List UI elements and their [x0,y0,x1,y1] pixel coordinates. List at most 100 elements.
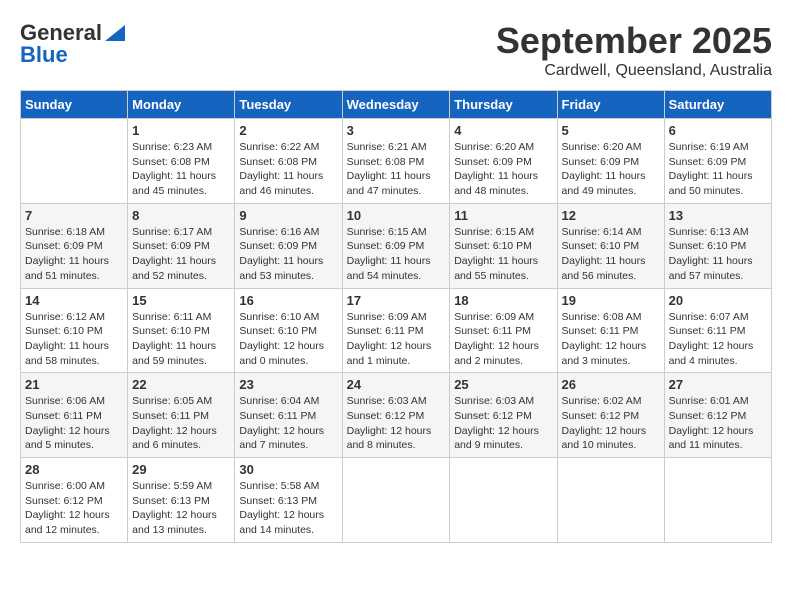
day-number: 21 [25,377,123,392]
calendar-cell: 14 Sunrise: 6:12 AM Sunset: 6:10 PM Dayli… [21,288,128,373]
day-info: Sunrise: 6:09 AM Sunset: 6:11 PM Dayligh… [347,310,446,369]
calendar-week-3: 14 Sunrise: 6:12 AM Sunset: 6:10 PM Dayli… [21,288,772,373]
day-number: 6 [669,123,767,138]
calendar-cell [664,458,771,543]
day-info: Sunrise: 6:02 AM Sunset: 6:12 PM Dayligh… [562,394,660,453]
calendar-cell: 4 Sunrise: 6:20 AM Sunset: 6:09 PM Daylig… [450,119,557,204]
day-number: 15 [132,293,230,308]
calendar-cell: 17 Sunrise: 6:09 AM Sunset: 6:11 PM Dayli… [342,288,450,373]
day-number: 2 [239,123,337,138]
column-header-saturday: Saturday [664,91,771,119]
calendar-body: 1Sunrise: 6:23 AM Sunset: 6:08 PM Daylig… [21,119,772,543]
calendar-cell: 23 Sunrise: 6:04 AM Sunset: 6:11 PM Dayli… [235,373,342,458]
calendar-table: SundayMondayTuesdayWednesdayThursdayFrid… [20,90,772,543]
day-number: 10 [347,208,446,223]
day-info: Sunrise: 6:01 AM Sunset: 6:12 PM Dayligh… [669,394,767,453]
day-number: 26 [562,377,660,392]
day-number: 28 [25,462,123,477]
day-number: 8 [132,208,230,223]
day-info: Sunrise: 6:19 AM Sunset: 6:09 PM Dayligh… [669,140,767,199]
day-info: Sunrise: 6:03 AM Sunset: 6:12 PM Dayligh… [454,394,552,453]
calendar-cell: 7 Sunrise: 6:18 AM Sunset: 6:09 PM Daylig… [21,203,128,288]
calendar-cell: 26 Sunrise: 6:02 AM Sunset: 6:12 PM Dayli… [557,373,664,458]
calendar-cell: 28 Sunrise: 6:00 AM Sunset: 6:12 PM Dayli… [21,458,128,543]
day-number: 17 [347,293,446,308]
day-info: Sunrise: 6:06 AM Sunset: 6:11 PM Dayligh… [25,394,123,453]
calendar-cell: 11 Sunrise: 6:15 AM Sunset: 6:10 PM Dayli… [450,203,557,288]
calendar-cell: 27 Sunrise: 6:01 AM Sunset: 6:12 PM Dayli… [664,373,771,458]
day-info: Sunrise: 6:16 AM Sunset: 6:09 PM Dayligh… [239,225,337,284]
calendar-cell: 19Sunrise: 6:08 AM Sunset: 6:11 PM Dayli… [557,288,664,373]
calendar-cell: 2Sunrise: 6:22 AM Sunset: 6:08 PM Daylig… [235,119,342,204]
day-info: Sunrise: 6:13 AM Sunset: 6:10 PM Dayligh… [669,225,767,284]
calendar-cell: 5 Sunrise: 6:20 AM Sunset: 6:09 PM Daylig… [557,119,664,204]
calendar-cell [342,458,450,543]
calendar-header: SundayMondayTuesdayWednesdayThursdayFrid… [21,91,772,119]
day-info: Sunrise: 6:21 AM Sunset: 6:08 PM Dayligh… [347,140,446,199]
calendar-cell: 30 Sunrise: 5:58 AM Sunset: 6:13 PM Dayli… [235,458,342,543]
calendar-cell: 22 Sunrise: 6:05 AM Sunset: 6:11 PM Dayli… [128,373,235,458]
day-number: 16 [239,293,337,308]
calendar-cell: 15 Sunrise: 6:11 AM Sunset: 6:10 PM Dayli… [128,288,235,373]
day-info: Sunrise: 6:07 AM Sunset: 6:11 PM Dayligh… [669,310,767,369]
calendar-cell: 9 Sunrise: 6:16 AM Sunset: 6:09 PM Daylig… [235,203,342,288]
day-number: 24 [347,377,446,392]
day-number: 20 [669,293,767,308]
day-info: Sunrise: 6:14 AM Sunset: 6:10 PM Dayligh… [562,225,660,284]
day-number: 14 [25,293,123,308]
day-number: 11 [454,208,552,223]
day-info: Sunrise: 6:11 AM Sunset: 6:10 PM Dayligh… [132,310,230,369]
day-info: Sunrise: 6:15 AM Sunset: 6:10 PM Dayligh… [454,225,552,284]
day-info: Sunrise: 6:23 AM Sunset: 6:08 PM Dayligh… [132,140,230,199]
day-info: Sunrise: 6:09 AM Sunset: 6:11 PM Dayligh… [454,310,552,369]
calendar-cell [450,458,557,543]
month-title: September 2025 [496,20,772,62]
day-number: 12 [562,208,660,223]
calendar-cell: 21 Sunrise: 6:06 AM Sunset: 6:11 PM Dayli… [21,373,128,458]
day-number: 7 [25,208,123,223]
calendar-cell: 24Sunrise: 6:03 AM Sunset: 6:12 PM Dayli… [342,373,450,458]
day-info: Sunrise: 6:00 AM Sunset: 6:12 PM Dayligh… [25,479,123,538]
day-info: Sunrise: 6:05 AM Sunset: 6:11 PM Dayligh… [132,394,230,453]
calendar-cell: 25 Sunrise: 6:03 AM Sunset: 6:12 PM Dayli… [450,373,557,458]
column-header-thursday: Thursday [450,91,557,119]
day-info: Sunrise: 5:58 AM Sunset: 6:13 PM Dayligh… [239,479,337,538]
logo: General Blue [20,20,125,68]
day-number: 27 [669,377,767,392]
day-number: 9 [239,208,337,223]
calendar-cell: 20 Sunrise: 6:07 AM Sunset: 6:11 PM Dayli… [664,288,771,373]
calendar-cell: 29Sunrise: 5:59 AM Sunset: 6:13 PM Dayli… [128,458,235,543]
day-info: Sunrise: 6:20 AM Sunset: 6:09 PM Dayligh… [454,140,552,199]
day-info: Sunrise: 6:04 AM Sunset: 6:11 PM Dayligh… [239,394,337,453]
day-number: 30 [239,462,337,477]
day-number: 23 [239,377,337,392]
calendar-cell: 13 Sunrise: 6:13 AM Sunset: 6:10 PM Dayli… [664,203,771,288]
calendar-cell: 10 Sunrise: 6:15 AM Sunset: 6:09 PM Dayli… [342,203,450,288]
day-number: 13 [669,208,767,223]
day-info: Sunrise: 6:15 AM Sunset: 6:09 PM Dayligh… [347,225,446,284]
day-info: Sunrise: 6:20 AM Sunset: 6:09 PM Dayligh… [562,140,660,199]
calendar-cell [21,119,128,204]
logo-icon [105,25,125,41]
column-header-tuesday: Tuesday [235,91,342,119]
calendar-cell: 8Sunrise: 6:17 AM Sunset: 6:09 PM Daylig… [128,203,235,288]
calendar-cell: 18 Sunrise: 6:09 AM Sunset: 6:11 PM Dayli… [450,288,557,373]
calendar-week-1: 1Sunrise: 6:23 AM Sunset: 6:08 PM Daylig… [21,119,772,204]
calendar-cell: 6 Sunrise: 6:19 AM Sunset: 6:09 PM Daylig… [664,119,771,204]
day-number: 4 [454,123,552,138]
day-number: 18 [454,293,552,308]
day-number: 3 [347,123,446,138]
title-area: September 2025 Cardwell, Queensland, Aus… [496,20,772,80]
day-number: 25 [454,377,552,392]
day-info: Sunrise: 6:18 AM Sunset: 6:09 PM Dayligh… [25,225,123,284]
day-number: 22 [132,377,230,392]
calendar-week-2: 7 Sunrise: 6:18 AM Sunset: 6:09 PM Daylig… [21,203,772,288]
day-number: 5 [562,123,660,138]
calendar-cell: 3 Sunrise: 6:21 AM Sunset: 6:08 PM Daylig… [342,119,450,204]
day-info: Sunrise: 6:12 AM Sunset: 6:10 PM Dayligh… [25,310,123,369]
calendar-cell: 1Sunrise: 6:23 AM Sunset: 6:08 PM Daylig… [128,119,235,204]
calendar-week-5: 28 Sunrise: 6:00 AM Sunset: 6:12 PM Dayli… [21,458,772,543]
day-number: 19 [562,293,660,308]
column-header-wednesday: Wednesday [342,91,450,119]
day-info: Sunrise: 6:10 AM Sunset: 6:10 PM Dayligh… [239,310,337,369]
